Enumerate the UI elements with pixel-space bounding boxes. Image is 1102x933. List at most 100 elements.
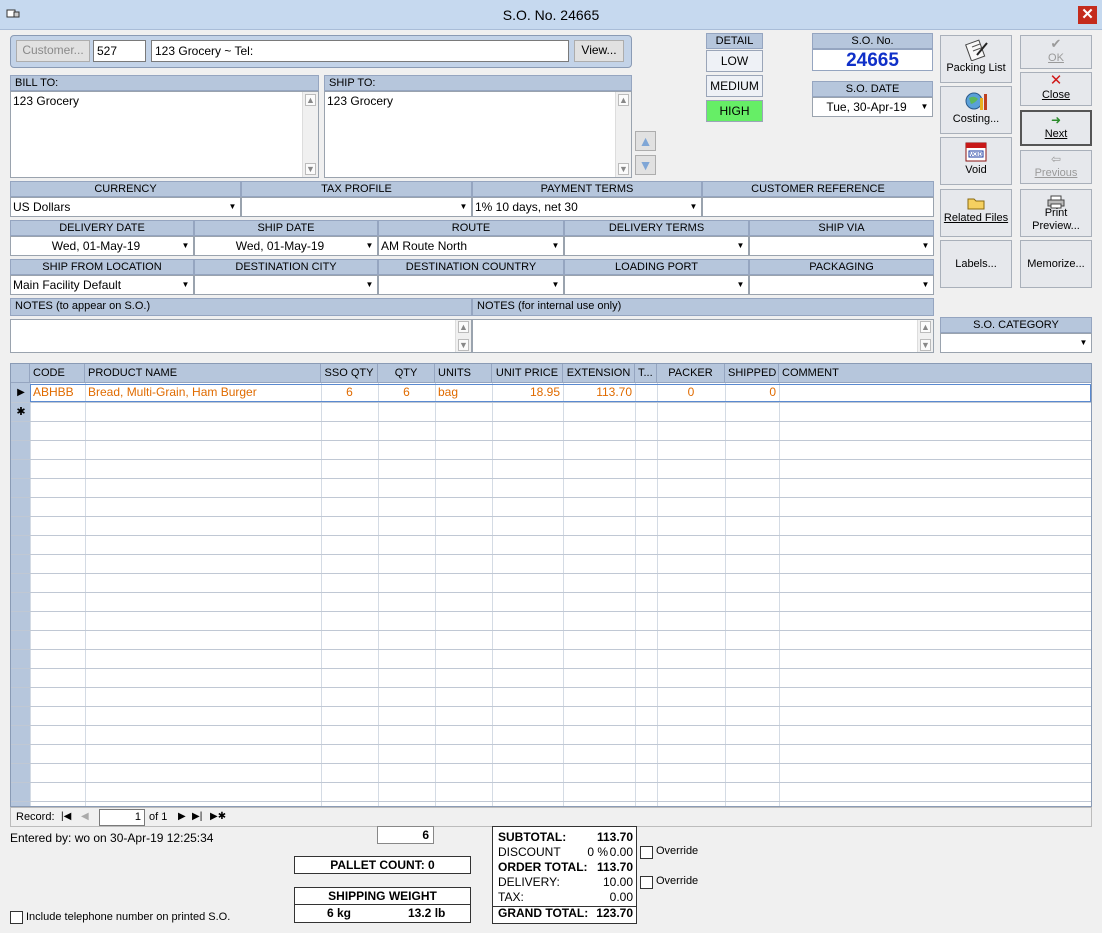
prev-record-icon[interactable]: ◀	[81, 808, 89, 826]
chevron-down-icon[interactable]: ▼	[919, 238, 932, 254]
previous-button[interactable]: ⇦ Previous	[1020, 150, 1092, 184]
loading-port-select[interactable]: ▼	[564, 275, 749, 295]
costing-button[interactable]: Costing...	[940, 86, 1012, 134]
chevron-down-icon[interactable]: ▼	[919, 277, 932, 293]
bill-to-scrollbar[interactable]: ▲ ▼	[302, 92, 318, 177]
chevron-down-icon[interactable]: ▼	[179, 277, 192, 293]
chevron-down-icon[interactable]: ▼	[918, 99, 931, 115]
related-files-button[interactable]: Related Files	[940, 189, 1012, 237]
ship-to-textarea[interactable]: 123 Grocery ▲ ▼	[324, 91, 632, 178]
next-record-icon[interactable]: ▶	[178, 808, 186, 826]
line-items-grid[interactable]: CODE PRODUCT NAME SSO QTY QTY UNITS UNIT…	[10, 363, 1092, 807]
chevron-down-icon[interactable]: ▼	[457, 199, 470, 215]
customer-id-input[interactable]: 527	[93, 40, 146, 62]
destination-country-select[interactable]: ▼	[378, 275, 564, 295]
memorize-button[interactable]: Memorize...	[1020, 240, 1092, 288]
close-button[interactable]: ✕ Close	[1020, 72, 1092, 106]
destination-city-select[interactable]: ▼	[194, 275, 378, 295]
scroll-down-icon[interactable]: ▼	[618, 163, 629, 175]
labels-button[interactable]: Labels...	[940, 240, 1012, 288]
detail-medium-button[interactable]: MEDIUM	[706, 75, 763, 97]
scroll-up-icon[interactable]: ▲	[618, 94, 629, 106]
scroll-up-icon[interactable]: ▲	[920, 321, 931, 333]
new-record-icon[interactable]: ▶✱	[210, 808, 226, 826]
chevron-down-icon[interactable]: ▼	[363, 238, 376, 254]
chevron-down-icon[interactable]: ▼	[1077, 335, 1090, 351]
delivery-terms-select[interactable]: ▼	[564, 236, 749, 256]
packaging-select[interactable]: ▼	[749, 275, 934, 295]
chevron-down-icon[interactable]: ▼	[179, 238, 192, 254]
first-record-icon[interactable]: |◀	[61, 808, 71, 826]
chevron-down-icon[interactable]: ▼	[687, 199, 700, 215]
detail-low-button[interactable]: LOW	[706, 50, 763, 72]
cell-extension[interactable]: 113.70	[563, 383, 635, 401]
customer-reference-input[interactable]	[702, 197, 934, 217]
window-close-button[interactable]: ✕	[1078, 6, 1097, 24]
cell-packer[interactable]: 0	[657, 383, 725, 401]
cell-unit-price[interactable]: 18.95	[492, 383, 563, 401]
next-button[interactable]: ➜ Next	[1020, 110, 1092, 146]
col-header-unit-price[interactable]: UNIT PRICE	[492, 364, 563, 383]
discount-override-checkbox[interactable]	[640, 846, 653, 859]
view-customer-button[interactable]: View...	[574, 40, 624, 62]
col-header-product-name[interactable]: PRODUCT NAME	[85, 364, 321, 383]
ship-to-down-arrow-icon[interactable]: ▼	[635, 155, 656, 175]
chevron-down-icon[interactable]: ▼	[363, 277, 376, 293]
cell-qty[interactable]: 6	[378, 383, 435, 401]
so-category-select[interactable]: ▼	[940, 333, 1092, 353]
col-header-shipped[interactable]: SHIPPED	[725, 364, 779, 383]
col-header-code[interactable]: CODE	[30, 364, 85, 383]
bill-to-textarea[interactable]: 123 Grocery ▲ ▼	[10, 91, 319, 178]
col-header-packer[interactable]: PACKER	[657, 364, 725, 383]
tax-profile-select[interactable]: ▼	[241, 197, 472, 217]
currency-select[interactable]: US Dollars ▼	[10, 197, 241, 217]
cell-units[interactable]: bag	[435, 383, 492, 401]
ok-button[interactable]: ✔ OK	[1020, 35, 1092, 69]
col-header-sso-qty[interactable]: SSO QTY	[321, 364, 378, 383]
notes-so-textarea[interactable]: ▲ ▼	[10, 319, 472, 353]
ship-date-field[interactable]: Wed, 01-May-19 ▼	[194, 236, 378, 256]
scroll-up-icon[interactable]: ▲	[305, 94, 316, 106]
notes-so-scrollbar[interactable]: ▲ ▼	[455, 320, 471, 352]
ship-from-select[interactable]: Main Facility Default ▼	[10, 275, 194, 295]
customer-display-field[interactable]: 123 Grocery ~ Tel:	[151, 40, 569, 62]
notes-internal-scrollbar[interactable]: ▲ ▼	[917, 320, 933, 352]
chevron-down-icon[interactable]: ▼	[226, 199, 239, 215]
route-select[interactable]: AM Route North ▼	[378, 236, 564, 256]
col-header-qty[interactable]: QTY	[378, 364, 435, 383]
col-header-extension[interactable]: EXTENSION	[563, 364, 635, 383]
chevron-down-icon[interactable]: ▼	[549, 238, 562, 254]
customer-button[interactable]: Customer...	[16, 40, 90, 62]
col-header-comment[interactable]: COMMENT	[779, 364, 1091, 383]
ship-via-select[interactable]: ▼	[749, 236, 934, 256]
packing-list-button[interactable]: Packing List	[940, 35, 1012, 83]
chevron-down-icon[interactable]: ▼	[734, 277, 747, 293]
col-header-units[interactable]: UNITS	[435, 364, 492, 383]
record-number-input[interactable]: 1	[99, 809, 145, 826]
delivery-date-field[interactable]: Wed, 01-May-19 ▼	[10, 236, 194, 256]
last-record-icon[interactable]: ▶|	[192, 808, 202, 826]
chevron-down-icon[interactable]: ▼	[549, 277, 562, 293]
notes-internal-textarea[interactable]: ▲ ▼	[472, 319, 934, 353]
delivery-override-checkbox[interactable]	[640, 876, 653, 889]
cell-code[interactable]: ABHBB	[30, 383, 85, 401]
chevron-down-icon[interactable]: ▼	[734, 238, 747, 254]
ship-to-up-arrow-icon[interactable]: ▲	[635, 131, 656, 151]
discount-pct[interactable]: 0 %	[574, 845, 608, 859]
delivery-value[interactable]: 10.00	[580, 875, 633, 889]
include-tel-checkbox[interactable]	[10, 911, 23, 924]
print-preview-button[interactable]: Print Preview...	[1020, 189, 1092, 237]
scroll-down-icon[interactable]: ▼	[305, 163, 316, 175]
scroll-up-icon[interactable]: ▲	[458, 321, 469, 333]
void-button[interactable]: VOID Void	[940, 137, 1012, 185]
detail-high-button[interactable]: HIGH	[706, 100, 763, 122]
so-date-field[interactable]: Tue, 30-Apr-19 ▼	[812, 97, 933, 117]
scroll-down-icon[interactable]: ▼	[920, 339, 931, 351]
cell-product-name[interactable]: Bread, Multi-Grain, Ham Burger	[85, 383, 321, 401]
scroll-down-icon[interactable]: ▼	[458, 339, 469, 351]
ship-to-scrollbar[interactable]: ▲ ▼	[615, 92, 631, 177]
col-header-tax[interactable]: T...	[635, 364, 657, 383]
cell-shipped[interactable]: 0	[725, 383, 779, 401]
cell-sso-qty[interactable]: 6	[321, 383, 378, 401]
payment-terms-select[interactable]: 1% 10 days, net 30 ▼	[472, 197, 702, 217]
